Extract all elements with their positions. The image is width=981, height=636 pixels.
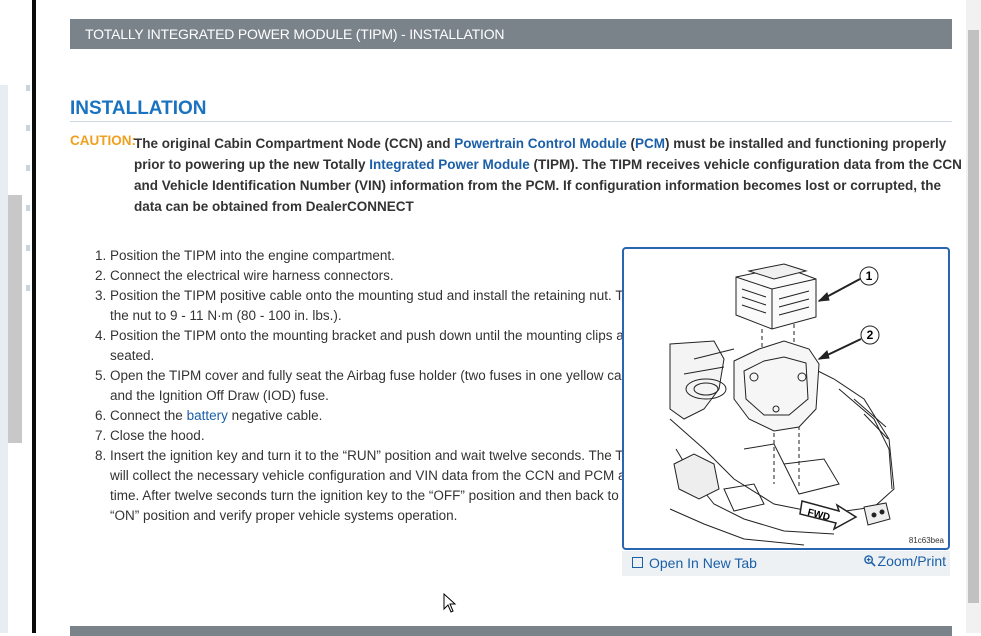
caution-text-part: The original Cabin Compartment Node (CCN… bbox=[134, 136, 455, 151]
callout-1-label: 1 bbox=[866, 269, 873, 283]
figure-action-bar: Open In New Tab Zoom/Print bbox=[622, 551, 950, 576]
mouse-cursor-icon bbox=[443, 593, 457, 613]
zoom-print-label: Zoom/Print bbox=[877, 553, 946, 569]
step-item: Position the TIPM into the engine compar… bbox=[110, 246, 665, 266]
figure-id: 81c63bea bbox=[908, 536, 944, 545]
left-border bbox=[32, 0, 36, 633]
step-item: Position the TIPM positive cable onto th… bbox=[110, 286, 665, 326]
pcm-link[interactable]: PCM bbox=[635, 136, 665, 151]
step-item: Close the hood. bbox=[110, 426, 665, 446]
battery-link[interactable]: battery bbox=[187, 408, 228, 423]
section-title: INSTALLATION bbox=[70, 98, 207, 119]
page-header-bar: TOTALLY INTEGRATED POWER MODULE (TIPM) -… bbox=[70, 19, 952, 49]
open-new-tab-icon bbox=[632, 557, 643, 568]
step-item: Open the TIPM cover and fully seat the A… bbox=[110, 366, 665, 406]
left-panel-strip bbox=[0, 85, 8, 633]
right-scrollbar-thumb[interactable] bbox=[968, 30, 979, 603]
tipm-figure[interactable]: 1 2 FWD 81c63bea bbox=[622, 247, 950, 550]
open-in-new-tab-label: Open In New Tab bbox=[649, 555, 757, 571]
tipm-illustration: 1 2 FWD bbox=[669, 263, 895, 546]
next-section-header-bar bbox=[70, 626, 952, 636]
step-item: Connect the electrical wire harness conn… bbox=[110, 266, 665, 286]
zoom-icon bbox=[863, 555, 876, 567]
callout-2-label: 2 bbox=[867, 328, 874, 342]
caution-text-part: ( bbox=[626, 136, 636, 151]
section-divider bbox=[70, 121, 952, 122]
tipm-link[interactable]: Integrated Power Module bbox=[369, 157, 530, 172]
pcm-full-link[interactable]: Powertrain Control Module bbox=[454, 136, 627, 151]
caution-text: The original Cabin Compartment Node (CCN… bbox=[134, 133, 964, 217]
step-text: negative cable. bbox=[227, 408, 323, 423]
step-item: Connect the battery negative cable. bbox=[110, 406, 665, 426]
step-item: Position the TIPM onto the mounting brac… bbox=[110, 326, 665, 366]
installation-steps: Position the TIPM into the engine compar… bbox=[70, 246, 665, 526]
step-item: Insert the ignition key and turn it to t… bbox=[110, 446, 665, 526]
zoom-print-link[interactable]: Zoom/Print bbox=[863, 553, 946, 569]
left-scrollbar-thumb[interactable] bbox=[8, 195, 22, 443]
caution-label: CAUTION: bbox=[70, 133, 136, 148]
open-in-new-tab-link[interactable]: Open In New Tab bbox=[632, 555, 757, 571]
step-text: Connect the bbox=[110, 408, 187, 423]
